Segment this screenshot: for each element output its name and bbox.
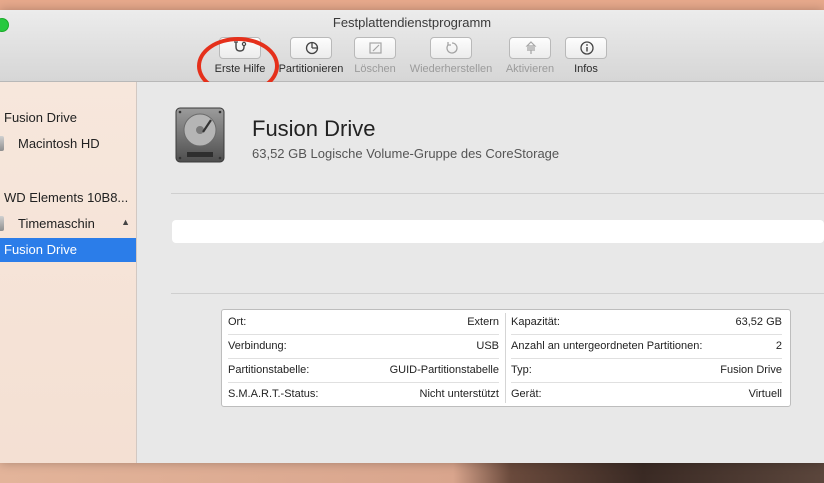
mount-label: Aktivieren	[505, 63, 555, 75]
info-value: Virtuell	[748, 388, 782, 400]
sidebar-item-timemaschin[interactable]: Timemaschin ▲	[0, 212, 136, 236]
drive-title: Fusion Drive	[252, 116, 376, 141]
info-value: Extern	[467, 316, 499, 328]
drive-description: 63,52 GB Logische Volume-Gruppe des Core…	[252, 146, 560, 161]
mount-button-frame[interactable]	[509, 37, 551, 59]
info-label: Infos	[574, 63, 598, 75]
info-button[interactable]: Infos	[564, 37, 608, 75]
info-key: Partitionstabelle:	[228, 364, 310, 376]
titlebar: Festplattendienstprogramm Erste Hilfe Pa…	[0, 10, 824, 95]
pie-chart-icon	[305, 41, 319, 55]
divider	[171, 293, 824, 294]
mount-button[interactable]: Aktivieren	[501, 37, 559, 75]
info-value: USB	[476, 340, 499, 352]
info-table: Ort: Extern Verbindung: USB Partitionsta…	[221, 309, 791, 407]
disk-utility-window: Festplattendienstprogramm Erste Hilfe Pa…	[0, 10, 824, 463]
info-value: GUID-Partitionstabelle	[389, 364, 499, 376]
first-aid-button[interactable]: Erste Hilfe	[205, 37, 275, 75]
sidebar-item-wd-elements[interactable]: WD Elements 10B8...	[0, 186, 136, 210]
restore-button[interactable]: Wiederherstellen	[403, 37, 499, 75]
info-button-frame[interactable]	[565, 37, 607, 59]
eject-icon[interactable]: ▲	[121, 217, 130, 227]
erase-pencil-icon	[369, 42, 382, 54]
sidebar-item-fusion-drive-selected[interactable]: Fusion Drive	[0, 238, 136, 262]
sidebar-item-label: Fusion Drive	[4, 110, 77, 125]
info-key: S.M.A.R.T.-Status:	[228, 388, 319, 400]
info-key: Ort:	[228, 316, 247, 328]
info-row: Ort: Extern	[228, 310, 499, 334]
info-value: Fusion Drive	[720, 364, 782, 376]
info-value: 2	[775, 340, 782, 352]
sidebar: Fusion Drive Macintosh HD WD Elements 10…	[0, 82, 137, 463]
info-value: 63,52 GB	[735, 316, 782, 328]
info-row: Partitionstabelle: GUID-Partitionstabell…	[228, 358, 499, 382]
divider	[171, 193, 824, 194]
sidebar-item-fusion-drive-container[interactable]: Fusion Drive	[0, 106, 136, 130]
first-aid-label: Erste Hilfe	[214, 63, 266, 75]
info-key: Kapazität:	[511, 316, 560, 328]
info-key: Typ:	[511, 364, 532, 376]
info-icon	[580, 41, 594, 55]
main-panel: Fusion Drive 63,52 GB Logische Volume-Gr…	[137, 82, 824, 463]
info-row: Typ: Fusion Drive	[511, 358, 782, 382]
sidebar-item-label: Timemaschin	[18, 216, 95, 231]
restore-arrow-icon	[446, 42, 458, 54]
sidebar-item-label: Macintosh HD	[18, 136, 100, 151]
info-row: Anzahl an untergeordneten Partitionen: 2	[511, 334, 782, 358]
info-row: Verbindung: USB	[228, 334, 499, 358]
info-value: Nicht unterstützt	[419, 388, 499, 400]
info-column-left: Ort: Extern Verbindung: USB Partitionsta…	[222, 310, 505, 406]
stethoscope-icon	[234, 41, 247, 52]
sidebar-item-label: WD Elements 10B8...	[4, 190, 129, 205]
partition-button[interactable]: Partitionieren	[275, 37, 347, 75]
window-title: Festplattendienstprogramm	[332, 15, 492, 30]
partition-button-frame[interactable]	[290, 37, 332, 59]
restore-label: Wiederherstellen	[409, 63, 493, 75]
info-column-right: Kapazität: 63,52 GB Anzahl an untergeord…	[505, 310, 790, 406]
usage-bar	[172, 220, 824, 243]
info-key: Gerät:	[511, 388, 542, 400]
restore-button-frame[interactable]	[430, 37, 472, 59]
mount-icon	[525, 41, 537, 54]
info-row: Gerät: Virtuell	[511, 382, 782, 406]
volume-icon	[0, 216, 4, 231]
info-key: Verbindung:	[228, 340, 287, 352]
erase-button-frame[interactable]	[354, 37, 396, 59]
sidebar-item-macintosh-hd[interactable]: Macintosh HD	[0, 132, 136, 156]
info-key: Anzahl an untergeordneten Partitionen:	[511, 340, 703, 352]
info-row: Kapazität: 63,52 GB	[511, 310, 782, 334]
info-row: S.M.A.R.T.-Status: Nicht unterstützt	[228, 382, 499, 406]
first-aid-button-frame[interactable]	[219, 37, 261, 59]
volume-icon	[0, 136, 4, 151]
desktop-background	[0, 463, 824, 483]
sidebar-item-label: Fusion Drive	[4, 242, 77, 257]
erase-button[interactable]: Löschen	[348, 37, 402, 75]
erase-label: Löschen	[354, 63, 396, 75]
hard-drive-icon	[175, 107, 225, 163]
partition-label: Partitionieren	[278, 63, 344, 75]
